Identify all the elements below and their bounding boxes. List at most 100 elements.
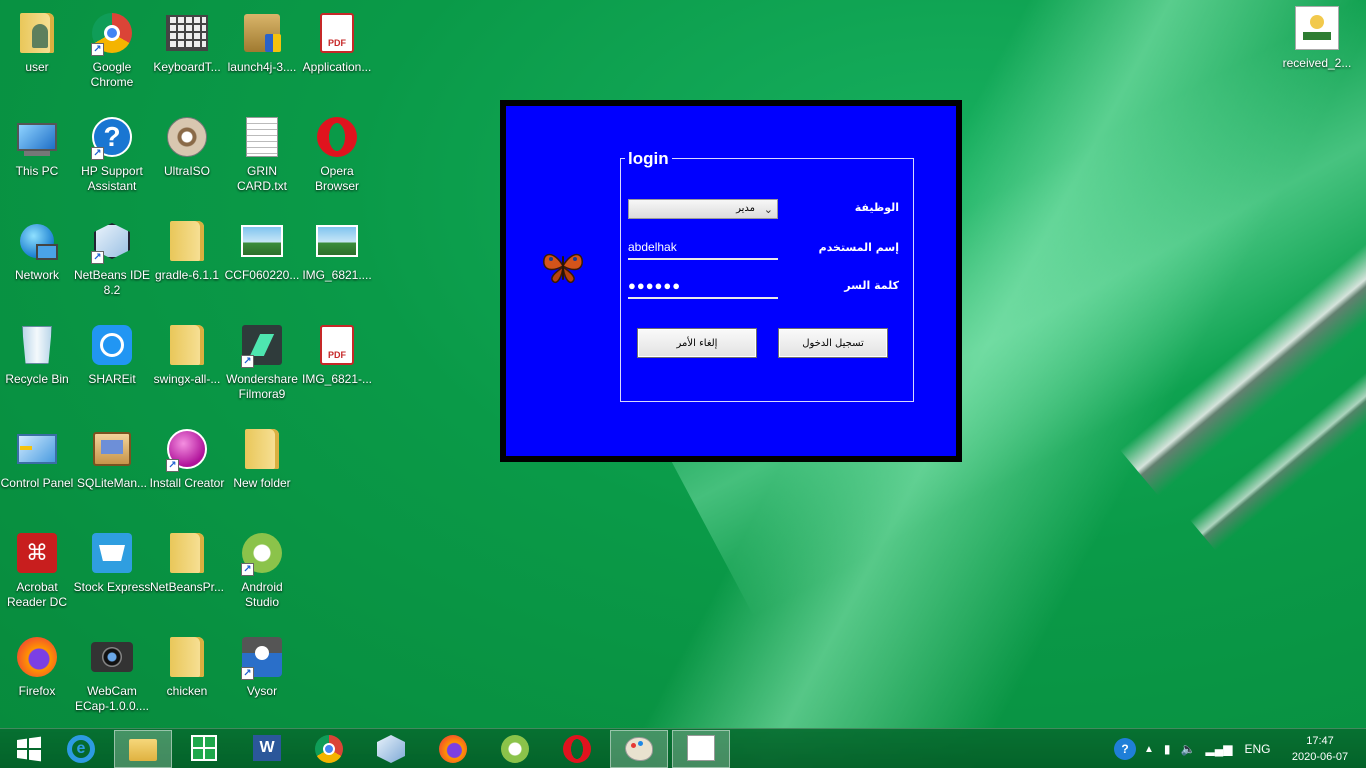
- start-icon: [17, 736, 41, 762]
- taskbar-store[interactable]: [176, 730, 234, 768]
- role-select-value: مدير: [736, 203, 755, 214]
- desktop-icon-label: swingx-all-...: [153, 372, 221, 386]
- taskbar-word[interactable]: W: [238, 730, 296, 768]
- control-panel-icon: [14, 426, 60, 472]
- image-thumbnail-icon: [1303, 15, 1331, 40]
- desktop-icon-label: NetBeansPr...: [149, 580, 225, 594]
- taskbar-chrome[interactable]: [300, 730, 358, 768]
- desktop-icon-firefox[interactable]: Firefox: [0, 628, 74, 724]
- desktop-icon-stock-express[interactable]: Stock Express: [73, 524, 151, 620]
- login-window: login الوظيفة مدير ⌄ إسم المستخدم abdelh…: [500, 100, 962, 462]
- clock-date: 2020-06-07: [1291, 751, 1349, 763]
- desktop-icon-chicken[interactable]: chicken: [150, 628, 224, 724]
- desktop-icon-control-panel[interactable]: Control Panel: [0, 420, 74, 516]
- image-file-icon: [1295, 6, 1339, 50]
- language-indicator[interactable]: ENG: [1244, 742, 1270, 756]
- pdf-icon: PDF: [314, 10, 360, 56]
- taskbar-android-studio[interactable]: [486, 730, 544, 768]
- desktop-icon-label: New folder: [233, 476, 291, 490]
- desktop-icon-keyboardt[interactable]: KeyboardT...: [150, 4, 224, 100]
- desktop-icon-gradle[interactable]: gradle-6.1.1: [150, 212, 224, 308]
- desktop-icon-label: chicken: [166, 684, 208, 698]
- desktop-icon-launch4j[interactable]: launch4j-3....: [225, 4, 299, 100]
- help-icon[interactable]: ?: [1114, 738, 1136, 760]
- opera-icon: [563, 735, 591, 763]
- taskbar-opera[interactable]: [548, 730, 606, 768]
- network-icon: [14, 218, 60, 264]
- power-icon[interactable]: ▮: [1164, 742, 1171, 756]
- android-studio-icon: [501, 735, 529, 763]
- folder-icon: [239, 426, 285, 472]
- desktop-icon-label: SHAREit: [88, 372, 136, 386]
- desktop-icon-application[interactable]: PDF Application...: [300, 4, 374, 100]
- desktop-icon-label: Install Creator: [149, 476, 225, 490]
- username-input[interactable]: abdelhak: [628, 238, 778, 260]
- opera-icon: [314, 114, 360, 160]
- taskbar-internet-explorer[interactable]: e: [52, 730, 110, 768]
- desktop-icon-hp-support[interactable]: ? ↗ HP Support Assistant: [75, 108, 149, 204]
- desktop-icon-android-studio[interactable]: ↗ Android Studio: [225, 524, 299, 620]
- folder-icon: [164, 322, 210, 368]
- start-button[interactable]: [0, 730, 58, 768]
- clock[interactable]: 17:47 2020-06-07: [1280, 733, 1360, 765]
- desktop-icon-label: Stock Express: [73, 580, 151, 594]
- taskbar-netbeans[interactable]: [362, 730, 420, 768]
- desktop-icon-label: Firefox: [18, 684, 56, 698]
- desktop-icon-this-pc[interactable]: This PC: [0, 108, 74, 204]
- desktop-icon-label: launch4j-3....: [227, 60, 297, 74]
- disc-icon: [164, 114, 210, 160]
- paint-icon: [625, 735, 653, 763]
- desktop-icon-acrobat[interactable]: ⌘ Acrobat Reader DC: [0, 524, 74, 620]
- desktop-icon-shareit[interactable]: SHAREit: [75, 316, 149, 412]
- taskbar-file-explorer[interactable]: [114, 730, 172, 768]
- taskbar-paint[interactable]: [610, 730, 668, 768]
- user-folder-icon: [14, 10, 60, 56]
- desktop-icon-opera[interactable]: Opera Browser: [300, 108, 374, 204]
- desktop-icon-new-folder[interactable]: New folder: [225, 420, 299, 516]
- network-bars-icon[interactable]: ▂▄▆: [1205, 742, 1232, 756]
- help-icon: ? ↗: [89, 114, 135, 160]
- internet-explorer-icon: e: [67, 735, 95, 763]
- desktop-icon-recycle-bin[interactable]: Recycle Bin: [0, 316, 74, 412]
- desktop-icon-label: Google Chrome: [90, 60, 134, 89]
- folder-icon: [164, 530, 210, 576]
- desktop-icon-network[interactable]: Network: [0, 212, 74, 308]
- password-label: كلمة السر: [844, 279, 899, 292]
- image-file-icon: [314, 218, 360, 264]
- desktop-icon-img-6821-pdf[interactable]: PDF IMG_6821-...: [300, 316, 374, 412]
- taskbar-firefox[interactable]: [424, 730, 482, 768]
- chevron-up-icon[interactable]: ▲: [1144, 744, 1154, 755]
- desktop-icon-user[interactable]: user: [0, 4, 74, 100]
- desktop-icon-netbeans[interactable]: ↗ NetBeans IDE 8.2: [74, 212, 150, 308]
- chrome-icon: ↗: [89, 10, 135, 56]
- desktop-icon-received[interactable]: received_2...: [1276, 6, 1358, 76]
- desktop-icon-swingx[interactable]: swingx-all-...: [150, 316, 224, 412]
- cancel-button[interactable]: إلغاء الأمر: [637, 328, 757, 358]
- install-creator-icon: ↗: [164, 426, 210, 472]
- password-input[interactable]: ●●●●●●: [628, 277, 778, 299]
- desktop-icon-label: HP Support Assistant: [81, 164, 143, 193]
- desktop-icon-filmora[interactable]: ↗ Wondershare Filmora9: [225, 316, 299, 412]
- desktop-icon-img-6821[interactable]: IMG_6821....: [300, 212, 374, 308]
- folder-icon: [164, 634, 210, 680]
- login-button[interactable]: تسجيل الدخول: [778, 328, 888, 358]
- desktop-icon-sqliteman[interactable]: SQLiteMan...: [75, 420, 149, 516]
- desktop-icon-google-chrome[interactable]: ↗ Google Chrome: [75, 4, 149, 100]
- desktop-icon-webcam[interactable]: WebCam ECap-1.0.0....: [75, 628, 149, 724]
- volume-icon[interactable]: 🔈: [1181, 742, 1196, 756]
- desktop-icon-ccf060220[interactable]: CCF060220...: [225, 212, 299, 308]
- desktop-icon-ultraiso[interactable]: UltraISO: [150, 108, 224, 204]
- desktop-icon-grin-card[interactable]: GRIN CARD.txt: [225, 108, 299, 204]
- desktop-icon-install-creator[interactable]: ↗ Install Creator: [150, 420, 224, 516]
- keyboard-app-icon: [164, 10, 210, 56]
- desktop-icon-label: received_2...: [1282, 56, 1352, 70]
- filmora-icon: ↗: [239, 322, 285, 368]
- desktop-icon-label: Application...: [302, 60, 372, 74]
- desktop-icon-label: user: [25, 60, 49, 74]
- desktop-icon-vysor[interactable]: ↗ Vysor: [225, 628, 299, 724]
- desktop-icon-netbeanspr[interactable]: NetBeansPr...: [150, 524, 224, 620]
- desktop-icon-label: CCF060220...: [224, 268, 300, 282]
- taskbar-java-app[interactable]: [672, 730, 730, 768]
- desktop-icon-label: Acrobat Reader DC: [6, 580, 68, 609]
- role-select[interactable]: مدير ⌄: [628, 199, 778, 219]
